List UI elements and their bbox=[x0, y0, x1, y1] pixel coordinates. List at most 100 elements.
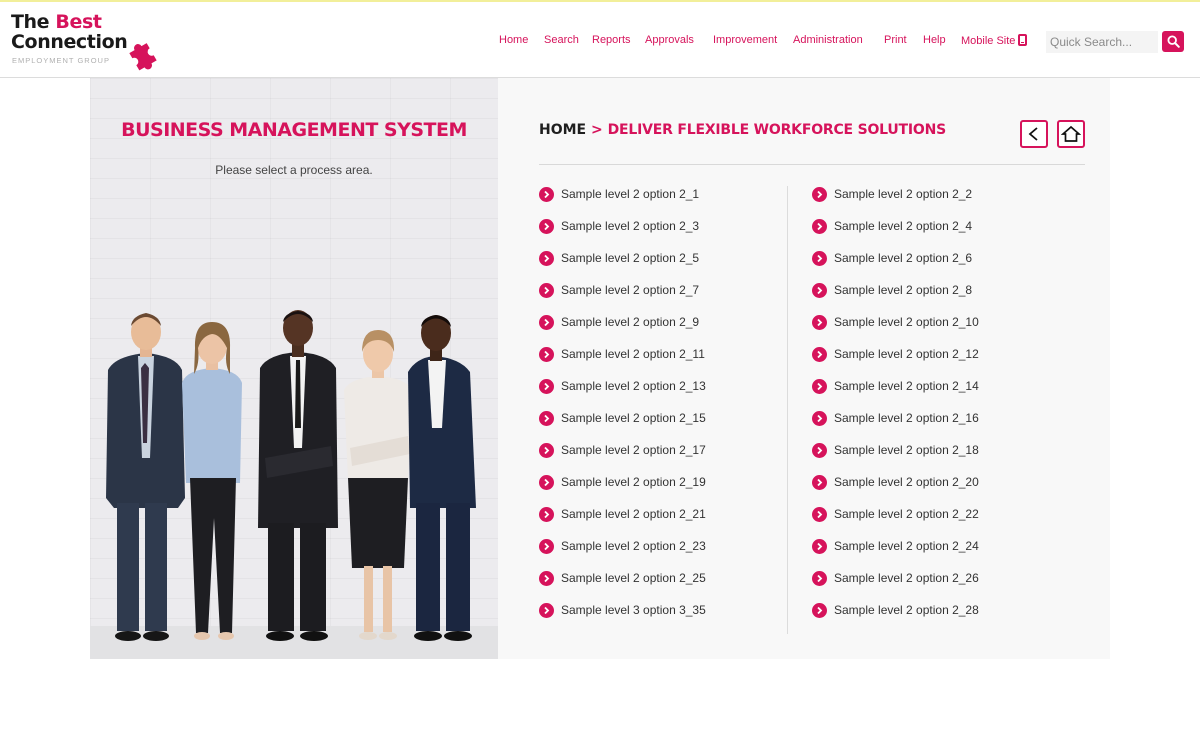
nav-print[interactable]: Print bbox=[884, 34, 907, 50]
back-button[interactable] bbox=[1020, 120, 1048, 148]
process-option-link[interactable]: Sample level 2 option 2_2 bbox=[812, 185, 972, 203]
mobile-phone-icon bbox=[1018, 34, 1028, 46]
process-option-link[interactable]: Sample level 2 option 2_13 bbox=[539, 377, 706, 395]
option-label: Sample level 2 option 2_1 bbox=[561, 187, 700, 201]
process-option-link[interactable]: Sample level 2 option 2_17 bbox=[539, 441, 706, 459]
process-option-link[interactable]: Sample level 2 option 2_4 bbox=[812, 217, 972, 235]
option-arrow-icon bbox=[812, 442, 827, 458]
option-label: Sample level 2 option 2_18 bbox=[834, 443, 979, 457]
hero-subtitle: Please select a process area. bbox=[215, 163, 373, 177]
process-option-link[interactable]: Sample level 2 option 2_14 bbox=[812, 377, 979, 395]
search-button[interactable] bbox=[1162, 31, 1184, 52]
chevron-right-icon bbox=[817, 190, 823, 198]
header-divider bbox=[539, 164, 1085, 165]
option-label: Sample level 2 option 2_28 bbox=[834, 603, 979, 617]
puzzle-piece-icon bbox=[129, 43, 157, 71]
process-option-link[interactable]: Sample level 2 option 2_6 bbox=[812, 249, 972, 267]
option-label: Sample level 2 option 2_9 bbox=[561, 315, 700, 329]
process-option-link[interactable]: Sample level 2 option 2_26 bbox=[812, 569, 979, 587]
option-label: Sample level 2 option 2_13 bbox=[561, 379, 706, 393]
person-1 bbox=[106, 313, 185, 641]
process-option-link[interactable]: Sample level 2 option 2_12 bbox=[812, 345, 979, 363]
process-option-link[interactable]: Sample level 2 option 2_3 bbox=[539, 217, 699, 235]
chevron-right-icon bbox=[544, 254, 550, 262]
process-option-link[interactable]: Sample level 2 option 2_19 bbox=[539, 473, 706, 491]
process-option-link[interactable]: Sample level 2 option 2_7 bbox=[539, 281, 699, 299]
chevron-right-icon bbox=[817, 286, 823, 294]
process-option-link[interactable]: Sample level 2 option 2_28 bbox=[812, 601, 979, 619]
chevron-right-icon bbox=[544, 222, 550, 230]
chevron-right-icon bbox=[817, 318, 823, 326]
process-option-link[interactable]: Sample level 2 option 2_16 bbox=[812, 409, 979, 427]
chevron-right-icon bbox=[544, 510, 550, 518]
option-arrow-icon bbox=[812, 410, 827, 426]
option-label: Sample level 3 option 3_35 bbox=[561, 603, 706, 617]
person-3 bbox=[258, 310, 338, 641]
home-button[interactable] bbox=[1057, 120, 1085, 148]
nav-help[interactable]: Help bbox=[923, 34, 946, 50]
option-label: Sample level 2 option 2_19 bbox=[561, 475, 706, 489]
process-option-link[interactable]: Sample level 2 option 2_15 bbox=[539, 409, 706, 427]
option-arrow-icon bbox=[812, 218, 827, 234]
chevron-right-icon bbox=[817, 382, 823, 390]
process-option-link[interactable]: Sample level 2 option 2_22 bbox=[812, 505, 979, 523]
company-logo[interactable]: The Best Connection EMPLOYMENT GROUP bbox=[11, 10, 161, 74]
nav-reports[interactable]: Reports bbox=[592, 34, 631, 50]
process-option-link[interactable]: Sample level 2 option 2_24 bbox=[812, 537, 979, 555]
nav-improvement[interactable]: Improvement bbox=[713, 34, 777, 50]
option-arrow-icon bbox=[539, 250, 554, 266]
option-arrow-icon bbox=[812, 538, 827, 554]
option-label: Sample level 2 option 2_16 bbox=[834, 411, 979, 425]
chevron-right-icon bbox=[817, 478, 823, 486]
nav-search[interactable]: Search bbox=[544, 34, 579, 50]
chevron-right-icon bbox=[544, 574, 550, 582]
option-label: Sample level 2 option 2_23 bbox=[561, 539, 706, 553]
option-arrow-icon bbox=[812, 474, 827, 490]
process-option-link[interactable]: Sample level 2 option 2_20 bbox=[812, 473, 979, 491]
option-arrow-icon bbox=[812, 250, 827, 266]
chevron-right-icon bbox=[544, 318, 550, 326]
person-4 bbox=[344, 330, 412, 640]
option-arrow-icon bbox=[812, 346, 827, 362]
back-arrow-icon bbox=[1028, 127, 1038, 141]
search-icon bbox=[1166, 35, 1180, 48]
option-arrow-icon bbox=[539, 570, 554, 586]
option-arrow-icon bbox=[539, 378, 554, 394]
process-option-link[interactable]: Sample level 3 option 3_35 bbox=[539, 601, 706, 619]
option-arrow-icon bbox=[812, 570, 827, 586]
process-panel: HOME > DELIVER FLEXIBLE WORKFORCE SOLUTI… bbox=[498, 78, 1110, 659]
process-option-link[interactable]: Sample level 2 option 2_18 bbox=[812, 441, 979, 459]
option-arrow-icon bbox=[812, 378, 827, 394]
chevron-right-icon bbox=[544, 606, 550, 614]
nav-mobile-site[interactable]: Mobile Site bbox=[961, 34, 1028, 50]
breadcrumb-home[interactable]: HOME bbox=[539, 122, 586, 138]
process-option-link[interactable]: Sample level 2 option 2_9 bbox=[539, 313, 699, 331]
process-option-link[interactable]: Sample level 2 option 2_1 bbox=[539, 185, 699, 203]
option-arrow-icon bbox=[539, 538, 554, 554]
option-label: Sample level 2 option 2_4 bbox=[834, 219, 973, 233]
nav-home[interactable]: Home bbox=[499, 34, 528, 50]
process-option-link[interactable]: Sample level 2 option 2_23 bbox=[539, 537, 706, 555]
process-option-link[interactable]: Sample level 2 option 2_8 bbox=[812, 281, 972, 299]
site-header: The Best Connection EMPLOYMENT GROUP Hom… bbox=[0, 2, 1200, 78]
nav-administration[interactable]: Administration bbox=[793, 34, 863, 50]
option-label: Sample level 2 option 2_10 bbox=[834, 315, 979, 329]
chevron-right-icon bbox=[817, 542, 823, 550]
home-icon bbox=[1061, 125, 1081, 142]
process-option-link[interactable]: Sample level 2 option 2_5 bbox=[539, 249, 699, 267]
process-option-link[interactable]: Sample level 2 option 2_11 bbox=[539, 345, 705, 363]
option-arrow-icon bbox=[539, 186, 554, 202]
option-label: Sample level 2 option 2_2 bbox=[834, 187, 973, 201]
option-label: Sample level 2 option 2_5 bbox=[561, 251, 700, 265]
quick-search-input[interactable] bbox=[1046, 31, 1158, 53]
team-photo bbox=[106, 310, 476, 641]
process-option-link[interactable]: Sample level 2 option 2_25 bbox=[539, 569, 706, 587]
process-option-link[interactable]: Sample level 2 option 2_21 bbox=[539, 505, 706, 523]
logo-word-the: The bbox=[11, 11, 56, 33]
option-label: Sample level 2 option 2_8 bbox=[834, 283, 973, 297]
option-arrow-icon bbox=[812, 506, 827, 522]
nav-approvals[interactable]: Approvals bbox=[645, 34, 694, 50]
process-option-link[interactable]: Sample level 2 option 2_10 bbox=[812, 313, 979, 331]
chevron-right-icon bbox=[817, 414, 823, 422]
person-2 bbox=[182, 322, 242, 640]
